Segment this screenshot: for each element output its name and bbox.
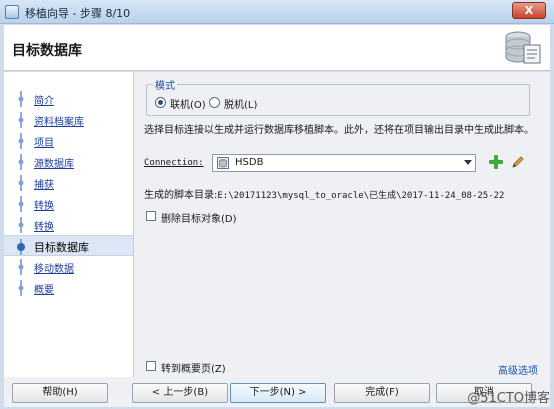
- drop-targets-box[interactable]: [146, 211, 156, 221]
- page-title: 目标数据库: [12, 43, 82, 59]
- nav-item[interactable]: 项目: [4, 130, 133, 151]
- mode-legend: 模式: [153, 77, 177, 92]
- next-button[interactable]: 下一步(N) >: [230, 383, 326, 403]
- plus-icon[interactable]: [488, 154, 504, 170]
- nav-item[interactable]: 目标数据库: [4, 235, 133, 256]
- nav-item[interactable]: 移动数据: [4, 256, 133, 277]
- nav-item[interactable]: 资料档案库: [4, 109, 133, 130]
- finish-button[interactable]: 完成(F): [334, 383, 430, 403]
- nav-item-label: 转换: [34, 222, 54, 233]
- page-header: 目标数据库: [4, 25, 550, 71]
- goto-summary-box[interactable]: [146, 361, 156, 371]
- nav-item-label: 简介: [34, 96, 54, 107]
- wizard-steps-nav: 简介 资料档案库 项目 源数据库 捕获 转换 转换 目标数据库 移动数据 概要: [4, 72, 134, 377]
- help-button[interactable]: 帮助(H): [12, 383, 108, 403]
- main-panel: 模式 联机(O) 脱机(L) 选择目标连接以生成并运行数据库移植脚本。此外，还将…: [142, 72, 550, 377]
- step-node-icon: [18, 196, 24, 212]
- step-node-icon: [18, 133, 24, 149]
- connection-value: HSDB: [235, 157, 264, 168]
- connection-select[interactable]: HSDB: [212, 154, 476, 172]
- step-node-icon: [18, 112, 24, 128]
- current-step-icon: [17, 239, 25, 255]
- step-node-icon: [18, 280, 24, 296]
- nav-item-label: 资料档案库: [34, 117, 84, 128]
- nav-item[interactable]: 转换: [4, 214, 133, 235]
- database-settings-icon: [505, 31, 541, 64]
- mode-group: 模式 联机(O) 脱机(L): [146, 77, 530, 116]
- watermark-text: @51CTO博客: [467, 391, 550, 406]
- advanced-options-link[interactable]: 高级选项: [498, 362, 538, 377]
- radio-online-circle[interactable]: [155, 97, 166, 108]
- step-node-icon: [18, 217, 24, 233]
- radio-online-label: 联机(O): [170, 100, 206, 111]
- title-bar: 移植向导 - 步骤 8/10 X: [0, 0, 554, 24]
- script-directory-label: 生成的脚本目录:: [144, 190, 218, 201]
- close-button[interactable]: X: [512, 2, 546, 19]
- radio-offline-circle[interactable]: [209, 97, 220, 108]
- nav-item-label: 项目: [34, 138, 54, 149]
- script-directory: 生成的脚本目录:E:\20171123\mysql_to_oracle\已生成\…: [144, 186, 504, 201]
- nav-item-label: 转换: [34, 201, 54, 212]
- nav-item-label: 概要: [34, 285, 54, 296]
- back-button[interactable]: < 上一步(B): [132, 383, 228, 403]
- nav-item-label: 移动数据: [34, 264, 74, 275]
- nav-item-label: 目标数据库: [34, 241, 89, 254]
- description-text: 选择目标连接以生成并运行数据库移植脚本。此外，还将在项目输出目录中生成此脚本。: [144, 125, 534, 136]
- goto-summary-label: 转到概要页(Z): [161, 364, 226, 375]
- chevron-down-icon[interactable]: [464, 160, 472, 165]
- nav-item[interactable]: 源数据库: [4, 151, 133, 172]
- pencil-icon[interactable]: [510, 154, 526, 170]
- step-node-icon: [18, 154, 24, 170]
- nav-item-label: 捕获: [34, 180, 54, 191]
- step-node-icon: [18, 259, 24, 275]
- nav-item-label: 源数据库: [34, 159, 74, 170]
- drop-targets-label: 删除目标对象(D): [161, 214, 237, 225]
- nav-item[interactable]: 转换: [4, 193, 133, 214]
- script-directory-path: E:\20171123\mysql_to_oracle\已生成\2017-11-…: [217, 191, 505, 201]
- connection-label: Connection:: [144, 158, 204, 168]
- app-icon: [5, 5, 19, 19]
- window-title: 移植向导 - 步骤 8/10: [25, 7, 131, 20]
- nav-item[interactable]: 捕获: [4, 172, 133, 193]
- radio-offline-label: 脱机(L): [224, 100, 258, 111]
- content-area: 简介 资料档案库 项目 源数据库 捕获 转换 转换 目标数据库 移动数据 概要 模式 联机(O) …: [4, 72, 550, 377]
- step-node-icon: [18, 91, 24, 107]
- step-node-icon: [18, 175, 24, 191]
- database-icon: [217, 157, 229, 169]
- nav-item[interactable]: 概要: [4, 277, 133, 298]
- nav-item[interactable]: 简介: [4, 88, 133, 109]
